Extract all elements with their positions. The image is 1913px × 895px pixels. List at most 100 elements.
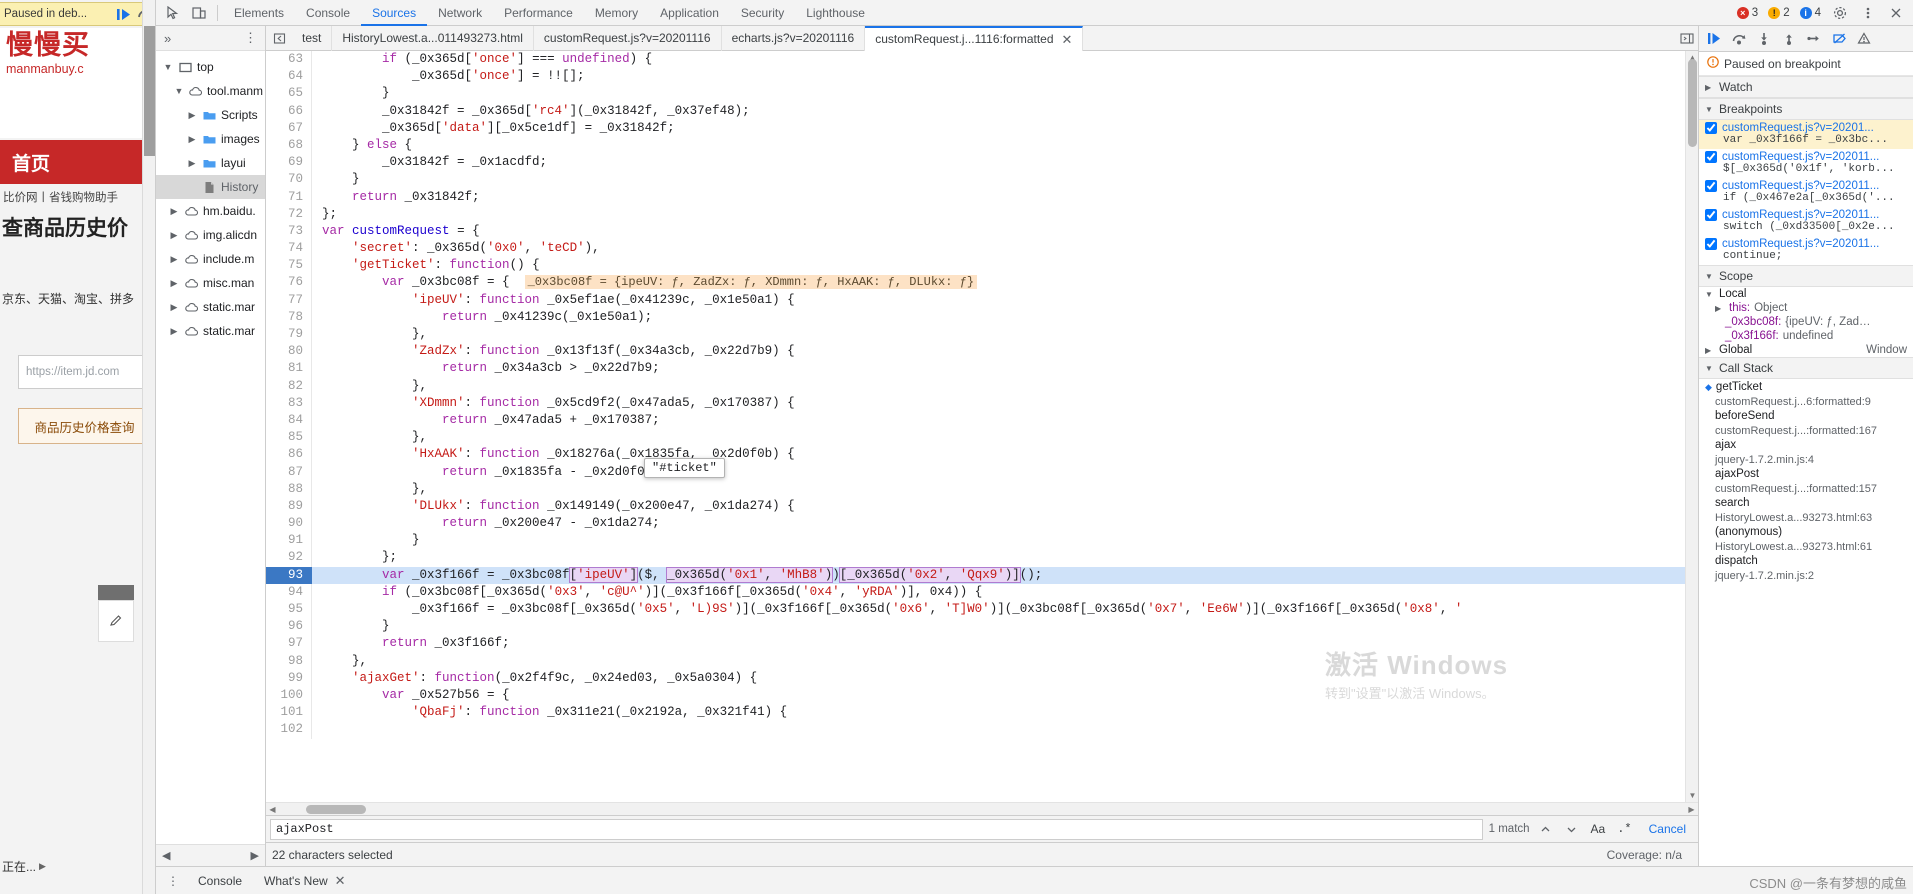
code-line[interactable]: 72};: [266, 206, 1685, 223]
code-line[interactable]: 91 }: [266, 532, 1685, 549]
tree-item-hm-baidu[interactable]: ▶ hm.baidu.: [156, 199, 265, 223]
code-line[interactable]: 70 }: [266, 171, 1685, 188]
breakpoint-location-row[interactable]: customRequest.js?v=202011...: [1705, 180, 1907, 192]
code-line[interactable]: 89 'DLUkx': function _0x149149(_0x200e47…: [266, 498, 1685, 515]
breakpoint-location-row[interactable]: customRequest.js?v=20201...: [1705, 122, 1907, 134]
file-tab-test[interactable]: test: [292, 26, 332, 51]
chevron-right-icon[interactable]: ▶: [1705, 346, 1715, 355]
kebab-menu-icon[interactable]: ⋮: [236, 30, 265, 46]
tree-item-misc-man[interactable]: ▶ misc.man: [156, 271, 265, 295]
breakpoint-checkbox[interactable]: [1705, 180, 1717, 192]
tree-item-include-m[interactable]: ▶ include.m: [156, 247, 265, 271]
breakpoint-checkbox[interactable]: [1705, 151, 1717, 163]
kebab-menu-icon[interactable]: ⋮: [160, 874, 186, 888]
deactivate-breakpoints-icon[interactable]: [1827, 27, 1851, 51]
close-icon[interactable]: ✕: [1062, 28, 1073, 51]
file-tab-echarts-js[interactable]: echarts.js?v=20201116: [722, 26, 866, 51]
navigator-scroll-right-icon[interactable]: ▶: [251, 849, 259, 862]
file-tab-customrequest-formatted[interactable]: customRequest.j...1116:formatted ✕: [865, 26, 1083, 51]
scope-variable-0x3f166f[interactable]: _0x3f166f: undefined: [1699, 329, 1913, 343]
code-scroll-area[interactable]: 63 if (_0x365d['once'] === undefined) { …: [266, 51, 1685, 802]
breakpoint-checkbox[interactable]: [1705, 209, 1717, 221]
close-icon[interactable]: [1883, 1, 1909, 25]
section-scope[interactable]: ▼ Scope: [1699, 265, 1913, 287]
code-line-executing[interactable]: 93 var _0x3f166f = _0x3bc08f['ipeUV']($,…: [266, 567, 1685, 584]
warning-count-badge[interactable]: ! 2: [1764, 6, 1793, 20]
error-count-badge[interactable]: × 3: [1733, 6, 1762, 20]
chevron-down-icon[interactable]: ▼: [1705, 105, 1715, 114]
chevron-down-icon[interactable]: ▼: [1705, 290, 1715, 299]
inspect-element-icon[interactable]: [160, 1, 186, 25]
code-horizontal-scrollbar[interactable]: ◀ ▶: [266, 802, 1698, 815]
code-scrollbar-thumb[interactable]: [1688, 59, 1697, 147]
chevron-right-icon[interactable]: ▶: [186, 158, 198, 169]
breakpoint-location-row[interactable]: customRequest.js?v=202011...: [1705, 151, 1907, 163]
breakpoint-checkbox[interactable]: [1705, 122, 1717, 134]
kebab-menu-icon[interactable]: [1855, 1, 1881, 25]
drawer-tab-whats-new[interactable]: What's New ✕: [254, 867, 356, 895]
code-hscrollbar-thumb[interactable]: [306, 805, 366, 814]
code-line[interactable]: 94 if (_0x3bc08f[_0x365d('0x3', 'c@U^')]…: [266, 584, 1685, 601]
chevron-down-icon[interactable]: [1562, 819, 1582, 839]
file-tab-customrequest-js[interactable]: customRequest.js?v=20201116: [534, 26, 722, 51]
code-line[interactable]: 102: [266, 721, 1685, 738]
pause-on-exceptions-icon[interactable]: [1852, 27, 1876, 51]
code-line[interactable]: 88 },: [266, 481, 1685, 498]
tab-application[interactable]: Application: [649, 0, 730, 26]
code-line[interactable]: 84 return _0x47ada5 + _0x170387;: [266, 412, 1685, 429]
code-line[interactable]: 95 _0x3f166f = _0x3bc08f[_0x365d('0x5', …: [266, 601, 1685, 618]
chevron-down-icon[interactable]: ▼: [162, 62, 174, 72]
search-input[interactable]: [270, 819, 1483, 840]
previous-tab-icon[interactable]: [268, 32, 290, 45]
tree-item-images[interactable]: ▶ images: [156, 127, 265, 151]
code-line[interactable]: 96 }: [266, 618, 1685, 635]
tree-item-static-mar-1[interactable]: ▶ static.mar: [156, 295, 265, 319]
code-line[interactable]: 65 }: [266, 85, 1685, 102]
chevron-down-icon[interactable]: ▼: [1705, 364, 1715, 373]
call-stack-frame[interactable]: ◆ getTicket: [1699, 379, 1913, 396]
tab-security[interactable]: Security: [730, 0, 795, 26]
scope-group-global[interactable]: ▶ Global Window: [1699, 343, 1913, 357]
code-line[interactable]: 92 };: [266, 549, 1685, 566]
tab-memory[interactable]: Memory: [584, 0, 649, 26]
chevron-right-icon[interactable]: ▶: [168, 278, 180, 289]
call-stack-frame[interactable]: ajax: [1699, 437, 1913, 454]
breakpoint-checkbox[interactable]: [1705, 238, 1717, 250]
chevron-right-icon[interactable]: ▶: [168, 326, 180, 337]
code-line[interactable]: 81 return _0x34a3cb > _0x22d7b9;: [266, 360, 1685, 377]
code-line[interactable]: 98 },: [266, 653, 1685, 670]
price-history-query-button[interactable]: 商品历史价格查询: [18, 408, 151, 444]
tab-lighthouse[interactable]: Lighthouse: [795, 0, 876, 26]
tree-item-img-alicdn[interactable]: ▶ img.alicdn: [156, 223, 265, 247]
code-line[interactable]: 74 'secret': _0x365d('0x0', 'teCD'),: [266, 240, 1685, 257]
chevron-right-icon[interactable]: ▶: [168, 230, 180, 241]
chevron-up-icon[interactable]: [1536, 819, 1556, 839]
chevron-right-icon[interactable]: ▶: [168, 206, 180, 217]
product-url-input[interactable]: https://item.jd.com: [18, 355, 155, 389]
tree-item-layui[interactable]: ▶ layui: [156, 151, 265, 175]
tab-console[interactable]: Console: [295, 0, 361, 26]
regex-toggle[interactable]: .*: [1614, 822, 1634, 836]
code-line[interactable]: 76 var _0x3bc08f = { _0x3bc08f = {ipeUV:…: [266, 274, 1685, 291]
code-line[interactable]: 82 },: [266, 378, 1685, 395]
breakpoint-item[interactable]: customRequest.js?v=202011... continue;: [1699, 236, 1913, 265]
chevron-down-icon[interactable]: ▼: [174, 86, 184, 96]
code-line[interactable]: 85 },: [266, 429, 1685, 446]
code-line[interactable]: 80 'ZadZx': function _0x13f13f(_0x34a3cb…: [266, 343, 1685, 360]
tree-item-tool-manmanbuy[interactable]: ▼ tool.manm: [156, 79, 265, 103]
tree-item-top[interactable]: ▼ top: [156, 55, 265, 79]
code-line[interactable]: 73var customRequest = {: [266, 223, 1685, 240]
code-line[interactable]: 90 return _0x200e47 - _0x1da274;: [266, 515, 1685, 532]
call-stack-frame[interactable]: (anonymous): [1699, 524, 1913, 541]
code-line[interactable]: 63 if (_0x365d['once'] === undefined) {: [266, 51, 1685, 68]
code-line[interactable]: 100 var _0x527b56 = {: [266, 687, 1685, 704]
chevron-right-icon[interactable]: ▶: [186, 134, 198, 145]
page-nav-home[interactable]: 首页: [0, 140, 155, 184]
page-vertical-scrollbar[interactable]: [142, 0, 155, 894]
page-scrollbar-thumb[interactable]: [144, 26, 155, 156]
call-stack-frame[interactable]: beforeSend: [1699, 408, 1913, 425]
code-vertical-scrollbar[interactable]: ▲ ▼: [1685, 51, 1698, 802]
chevron-double-right-icon[interactable]: »: [156, 31, 179, 46]
breakpoint-item[interactable]: customRequest.js?v=202011... $[_0x365d('…: [1699, 149, 1913, 178]
code-line[interactable]: 75 'getTicket': function() {: [266, 257, 1685, 274]
